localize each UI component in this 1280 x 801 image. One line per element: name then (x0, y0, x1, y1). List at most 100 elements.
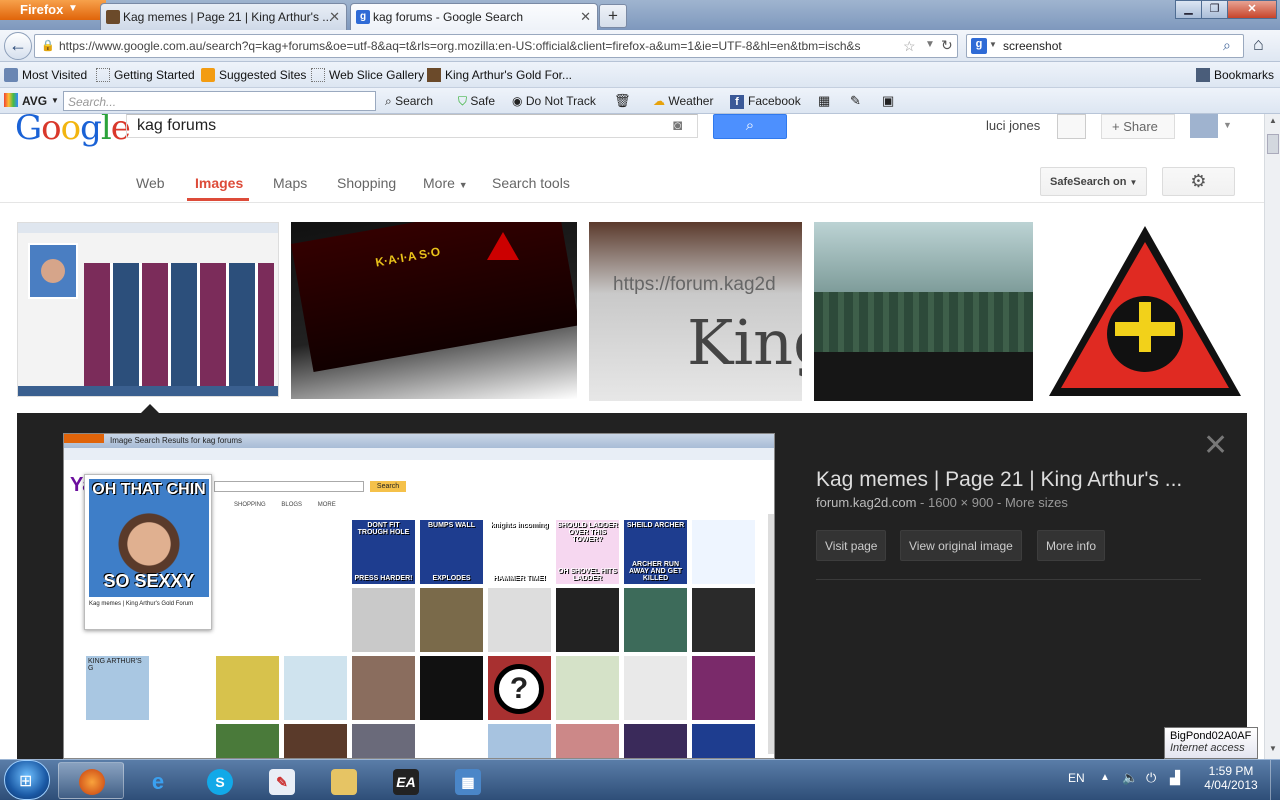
bookmark-label: Most Visited (22, 68, 88, 82)
star-icon[interactable]: ☆ (903, 38, 916, 55)
calculator-icon[interactable]: ▦ (818, 93, 830, 109)
selected-tab-indicator (187, 198, 249, 201)
panel-title[interactable]: Kag memes | Page 21 | King Arthur's ... (816, 468, 1182, 492)
taskbar-control-panel[interactable]: ▦ (434, 762, 500, 799)
view-original-image-button[interactable]: View original image (900, 530, 1022, 561)
avg-brand[interactable]: AVG (22, 94, 47, 108)
preview-grid-cell: DONT FIT TROUGH HOLE PRESS HARDER! (352, 520, 415, 584)
scroll-up-arrow-icon[interactable]: ▲ (1267, 116, 1279, 128)
dropdown-icon[interactable]: ▼ (925, 39, 935, 50)
thumbnail-red-triangle-logo[interactable] (1045, 222, 1246, 401)
trash-icon[interactable]: 🗑 (614, 93, 631, 109)
chevron-down-icon[interactable]: ▼ (51, 96, 59, 105)
close-panel-button[interactable]: ✕ (1203, 431, 1228, 461)
preview-grid-cell (420, 656, 483, 720)
close-window-button[interactable]: ✕ (1227, 0, 1277, 19)
chevron-down-icon[interactable]: ▼ (1223, 120, 1232, 130)
home-icon[interactable]: ⌂ (1253, 34, 1264, 55)
new-tab-button[interactable]: + (599, 4, 627, 28)
chevron-down-icon[interactable]: ▼ (989, 40, 997, 49)
google-logo[interactable]: Google (15, 114, 131, 148)
share-button[interactable]: + Share (1101, 114, 1175, 139)
avg-safe-label: Safe (470, 94, 496, 108)
thumbnail-kag-game[interactable] (814, 222, 1033, 401)
bookmark-getting-started[interactable]: Getting Started (96, 68, 195, 82)
safesearch-button[interactable]: SafeSearch on ▼ (1040, 167, 1147, 196)
avg-facebook-button[interactable]: f Facebook (730, 94, 801, 109)
bookmarks-menu-button[interactable]: Bookmarks (1196, 68, 1274, 82)
widget-icon[interactable]: ▣ (882, 93, 894, 109)
thumbnail-kag-memes[interactable] (17, 222, 279, 397)
more-info-button[interactable]: More info (1037, 530, 1106, 561)
preview-meme-top: OH THAT CHIN (92, 481, 206, 498)
reload-icon[interactable]: ↻ (941, 37, 953, 54)
google-icon[interactable]: g (971, 38, 987, 54)
language-indicator[interactable]: EN (1068, 771, 1085, 785)
minimize-button[interactable]: ▁ (1175, 0, 1202, 19)
show-desktop-button[interactable] (1270, 760, 1280, 801)
settings-button[interactable]: ⚙ (1162, 167, 1235, 196)
bookmark-kag-forum[interactable]: King Arthur's Gold For... (427, 68, 572, 82)
notifications-button[interactable] (1057, 114, 1086, 139)
preview-grid-cell: BUMPS WALL EXPLODES (420, 520, 483, 584)
bookmark-most-visited[interactable]: Most Visited (4, 68, 87, 82)
thumbnail-kag-clan[interactable]: K·A·I·A S·O (291, 222, 577, 399)
start-button[interactable]: ⊞ (4, 760, 50, 800)
panel-details: - 1600 × 900 - More sizes (916, 495, 1068, 510)
tab-kag-memes[interactable]: Kag memes | Page 21 | King Arthur's ... … (100, 3, 347, 30)
taskbar-firefox[interactable] (58, 762, 124, 799)
avg-search-button[interactable]: ⌕ Search (385, 94, 433, 109)
user-name[interactable]: luci jones (986, 118, 1040, 133)
kag-favicon-icon (427, 68, 441, 82)
preview-cell-bottom-text: ARCHER RUN AWAY AND GET KILLED (628, 561, 683, 582)
tab-more[interactable]: More ▼ (423, 175, 468, 191)
clock[interactable]: 1:59 PM 4/04/2013 (1196, 764, 1266, 792)
google-search-button[interactable]: ⌕ (713, 114, 787, 139)
search-icon: ⌕ (385, 94, 396, 108)
maximize-button[interactable]: ❐ (1201, 0, 1228, 19)
tab-images[interactable]: Images (195, 175, 243, 191)
search-icon[interactable]: ⌕ (1223, 37, 1231, 54)
tab-web[interactable]: Web (136, 175, 165, 191)
preview-image[interactable]: Image Search Results for kag forums Yaho… (63, 433, 775, 759)
notepad-icon[interactable]: ✎ (850, 93, 861, 109)
back-button[interactable]: ← (4, 32, 32, 60)
firefox-menu-button[interactable]: Firefox ▼ (0, 0, 106, 20)
bookmark-web-slice-gallery[interactable]: Web Slice Gallery (311, 68, 424, 82)
taskbar-skype[interactable]: S (186, 762, 252, 799)
scroll-down-arrow-icon[interactable]: ▼ (1267, 744, 1279, 756)
panel-domain[interactable]: forum.kag2d.com (816, 495, 916, 510)
search-engine-box[interactable]: g ▼ screenshot ⌕ (966, 34, 1244, 58)
page-scrollbar[interactable]: ▲ ▼ (1264, 114, 1280, 759)
preview-grid-cell: knights incoming HAMMER TIME! (488, 520, 551, 584)
tab-search-tools[interactable]: Search tools (492, 175, 570, 191)
taskbar-ie[interactable]: e (124, 762, 190, 799)
tab-maps[interactable]: Maps (273, 175, 307, 191)
close-icon[interactable]: ✕ (329, 9, 340, 25)
google-search-input[interactable]: kag forums ◙ (126, 114, 698, 138)
thumbnail-forum-url[interactable]: https://forum.kag2d King (589, 222, 802, 401)
scroll-thumb[interactable] (1267, 134, 1279, 154)
search-engine-input[interactable]: screenshot (1003, 39, 1062, 53)
power-icon[interactable]: ⏻ (1146, 770, 1156, 786)
tab-google-search[interactable]: g kag forums - Google Search ✕ (350, 3, 598, 30)
preview-titlebar: Image Search Results for kag forums (64, 434, 774, 448)
taskbar-explorer[interactable] (310, 762, 376, 799)
avg-search-input[interactable]: Search... (63, 91, 376, 111)
camera-icon[interactable]: ◙ (673, 117, 682, 134)
avg-safe-button[interactable]: ⛉ Safe (458, 94, 495, 109)
address-bar[interactable]: 🔒 https://www.google.com.au/search?q=kag… (34, 34, 958, 58)
close-icon[interactable]: ✕ (580, 9, 591, 25)
network-signal-icon[interactable]: ▟ (1170, 770, 1180, 786)
avatar[interactable] (1190, 114, 1218, 138)
show-hidden-icons-icon[interactable]: ▲ (1100, 772, 1110, 783)
taskbar-ea[interactable]: EA (372, 762, 438, 799)
taskbar-paint[interactable]: ✎ (248, 762, 314, 799)
visit-page-button[interactable]: Visit page (816, 530, 887, 561)
preview-cell-bottom-text: HAMMER TIME! (493, 575, 546, 582)
avg-do-not-track-button[interactable]: ◉ Do Not Track (512, 94, 596, 108)
avg-weather-button[interactable]: ☁ Weather (653, 94, 713, 108)
bookmark-suggested-sites[interactable]: Suggested Sites (201, 68, 306, 82)
volume-icon[interactable]: 🔈 (1122, 770, 1138, 786)
tab-shopping[interactable]: Shopping (337, 175, 396, 191)
